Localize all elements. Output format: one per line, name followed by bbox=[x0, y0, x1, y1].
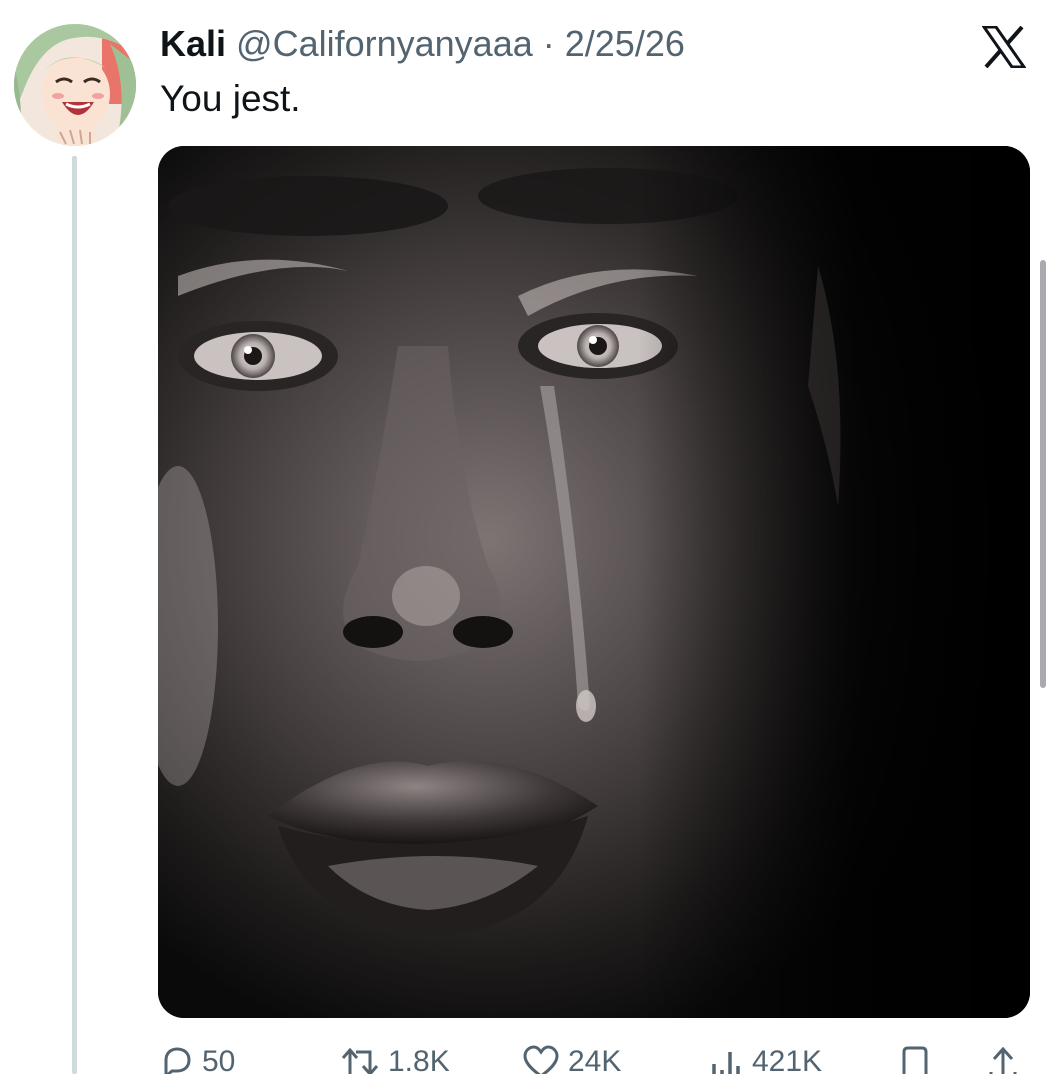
heart-icon bbox=[523, 1045, 559, 1074]
share-button[interactable] bbox=[986, 1044, 1028, 1074]
views-count: 421K bbox=[752, 1045, 823, 1074]
views-button[interactable]: 421K bbox=[708, 1044, 822, 1074]
scrollbar[interactable] bbox=[1040, 260, 1046, 688]
avatar[interactable] bbox=[14, 24, 136, 146]
header-separator: · bbox=[542, 23, 555, 64]
views-chart-icon bbox=[712, 1052, 740, 1074]
media-image[interactable] bbox=[158, 146, 1030, 1018]
reply-count: 50 bbox=[202, 1045, 236, 1074]
tweet-header: Kali @Californyanyaaa · 2/25/26 bbox=[160, 22, 685, 66]
repost-button[interactable]: 1.8K bbox=[340, 1044, 450, 1074]
like-count: 24K bbox=[568, 1045, 622, 1074]
bookmark-button[interactable] bbox=[896, 1044, 940, 1074]
like-button[interactable]: 24K bbox=[522, 1044, 621, 1074]
reply-icon bbox=[164, 1047, 191, 1074]
user-handle[interactable]: @Californyanyaaa bbox=[236, 23, 533, 64]
action-bar: 50 1.8K 24K 421K bbox=[0, 1040, 1053, 1074]
repost-count: 1.8K bbox=[388, 1045, 450, 1074]
repost-icon bbox=[341, 1047, 379, 1074]
thread-line bbox=[72, 156, 77, 1074]
tweet-text: You jest. bbox=[160, 78, 301, 119]
tweet: Kali @Californyanyaaa · 2/25/26 You jest. bbox=[0, 0, 1053, 1074]
share-icon bbox=[989, 1046, 1017, 1074]
tweet-date[interactable]: 2/25/26 bbox=[565, 23, 685, 64]
display-name[interactable]: Kali bbox=[160, 23, 226, 64]
x-logo-icon[interactable] bbox=[981, 25, 1027, 69]
reply-button[interactable]: 50 bbox=[160, 1044, 235, 1074]
bookmark-icon bbox=[902, 1046, 928, 1074]
